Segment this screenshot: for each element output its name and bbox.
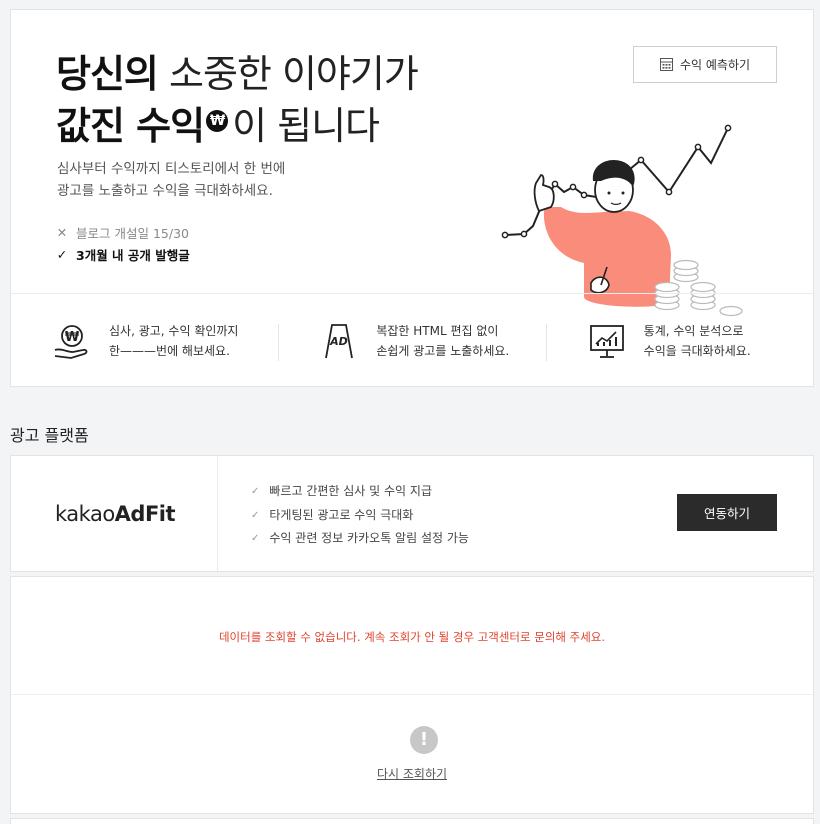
connect-button[interactable]: 연동하기	[677, 494, 777, 531]
exclamation-icon: !	[410, 726, 438, 754]
calculator-icon	[659, 58, 673, 71]
list-item: ✓ 빠르고 간편한 심사 및 수익 지급	[251, 480, 469, 504]
kakao-adfit-logo: kakao AdFit	[11, 456, 218, 571]
condition-blog-age: ✕ 블로그 개설일 15/30	[56, 225, 189, 241]
won-icon: ₩	[206, 110, 229, 132]
feature-no-html: AD 복잡한 HTML 편집 없이 손쉽게 광고를 노출하세요.	[278, 294, 545, 387]
retry-link[interactable]: 다시 조회하기	[11, 765, 813, 782]
check-icon: ✓	[251, 533, 260, 544]
adfit-platform-card: kakao AdFit ✓ 빠르고 간편한 심사 및 수익 지급 ✓ 타게팅된 광고로…	[10, 455, 814, 572]
condition-published-posts: ✓ 3개월 내 공개 발행글	[56, 247, 190, 263]
ad-platform-heading: 광고 플랫폼	[10, 426, 89, 445]
revenue-hero-card: 당신의 소중한 이야기가 값진 수익 ₩ 이 됩니다 심사부터 수익까지 티스토리에…	[10, 9, 814, 387]
person-chart-illustration	[501, 124, 743, 317]
x-icon: ✕	[56, 225, 68, 240]
check-icon: ✓	[56, 247, 68, 262]
feature-one-stop: ₩ 심사, 광고, 수익 확인까지 한———번에 해보세요.	[11, 294, 278, 387]
check-icon: ✓	[251, 509, 260, 521]
error-message: 데이터를 조회할 수 없습니다. 계속 조회가 안 될 경우 고객센터로 문의해…	[218, 630, 606, 644]
hero-title: 당신의 소중한 이야기가 값진 수익 ₩ 이 됩니다	[56, 52, 419, 148]
check-icon: ✓	[251, 486, 260, 497]
svg-text:₩: ₩	[65, 330, 80, 345]
feature-analytics: 통계, 수익 분석으로 수익을 극대화하세요.	[545, 294, 813, 387]
error-card: 데이터를 조회할 수 없습니다. 계속 조회가 안 될 경우 고객센터로 문의해…	[10, 576, 814, 814]
list-item: ✓ 타게팅된 광고로 수익 극대화	[251, 504, 469, 528]
list-item: ✓ 수익 관련 정보 카카오톡 알림 설정 가능	[251, 527, 469, 551]
next-card-edge	[10, 818, 814, 824]
ad-board-icon: AD	[325, 323, 354, 358]
adfit-benefit-list: ✓ 빠르고 간편한 심사 및 수익 지급 ✓ 타게팅된 광고로 수익 극대화 ✓ 수익…	[218, 456, 469, 571]
divider	[11, 694, 813, 695]
hand-coin-icon: ₩	[54, 324, 88, 359]
monitor-chart-icon	[589, 324, 624, 358]
hero-description: 심사부터 수익까지 티스토리에서 한 번에 광고를 노출하고 수익을 극대화하세…	[57, 161, 286, 199]
revenue-forecast-button[interactable]: 수익 예측하기	[633, 46, 777, 83]
svg-text:AD: AD	[330, 335, 349, 348]
feature-strip: ₩ 심사, 광고, 수익 확인까지 한———번에 해보세요. AD 복잡한 HTM…	[11, 293, 813, 387]
